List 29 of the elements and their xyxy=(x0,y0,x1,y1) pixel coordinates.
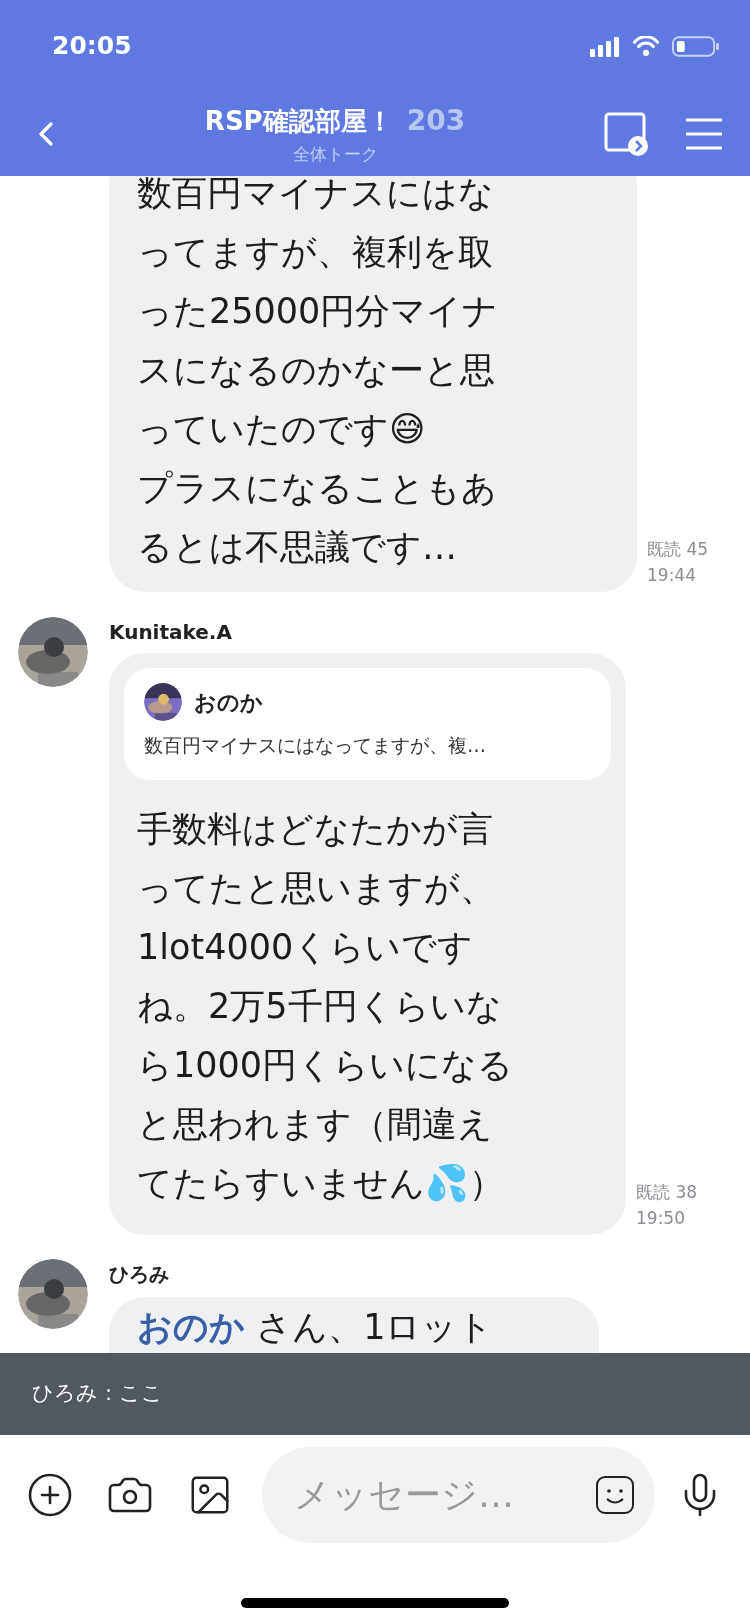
message-time: 19:44 xyxy=(647,564,697,587)
sender-name: Kunitake.A xyxy=(109,620,233,644)
read-receipt: 既読 38 xyxy=(636,1181,698,1204)
signal-icon xyxy=(590,35,620,57)
message-input[interactable]: メッセージ… xyxy=(294,1468,595,1522)
screen-play-icon xyxy=(604,112,650,156)
chat-subtitle: 全体トーク xyxy=(292,143,378,167)
quoted-text: 数百円マイナスにはなってますが、複… xyxy=(144,733,487,758)
message-text: 数百円マイナスにはな ってますが、複利を取 った25000円分マイナ スになるのかなーと思 っていたのです😅 プラスになることもあ るとは不思議です… xyxy=(137,176,500,569)
message-time: 19:50 xyxy=(636,1207,686,1230)
smiley-icon[interactable] xyxy=(595,1475,635,1515)
wifi-icon xyxy=(632,35,660,57)
quoted-sender: おのか xyxy=(194,688,263,717)
add-icon xyxy=(26,1471,74,1519)
mention-link[interactable]: おのか xyxy=(137,1307,245,1347)
read-receipt: 既読 45 xyxy=(647,538,709,561)
chat-title: RSP確認部屋！ xyxy=(204,105,393,139)
add-button[interactable] xyxy=(26,1471,74,1519)
sender-name: ひろみ xyxy=(109,1262,170,1286)
menu-icon xyxy=(684,117,724,151)
notification-text: ひろみ：ここ xyxy=(32,1380,163,1408)
member-count: 203 xyxy=(406,103,466,140)
notification-toast[interactable]: ひろみ：ここ xyxy=(0,1353,750,1435)
status-time: 20:05 xyxy=(52,30,132,63)
message-text: おのか さん、1ロット xyxy=(137,1306,495,1349)
quoted-message[interactable]: おのか 数百円マイナスにはなってますが、複… xyxy=(124,668,611,780)
message-field[interactable]: メッセージ… xyxy=(262,1447,655,1543)
message-text: 手数料はどなたかが言 ってたと思いますが、 1lot4000くらいです ね。2万5千円くらいな ら1000円くらいになる と思われます（間違え てたらすいません💦） xyxy=(137,808,515,1205)
battery-icon xyxy=(672,35,720,57)
